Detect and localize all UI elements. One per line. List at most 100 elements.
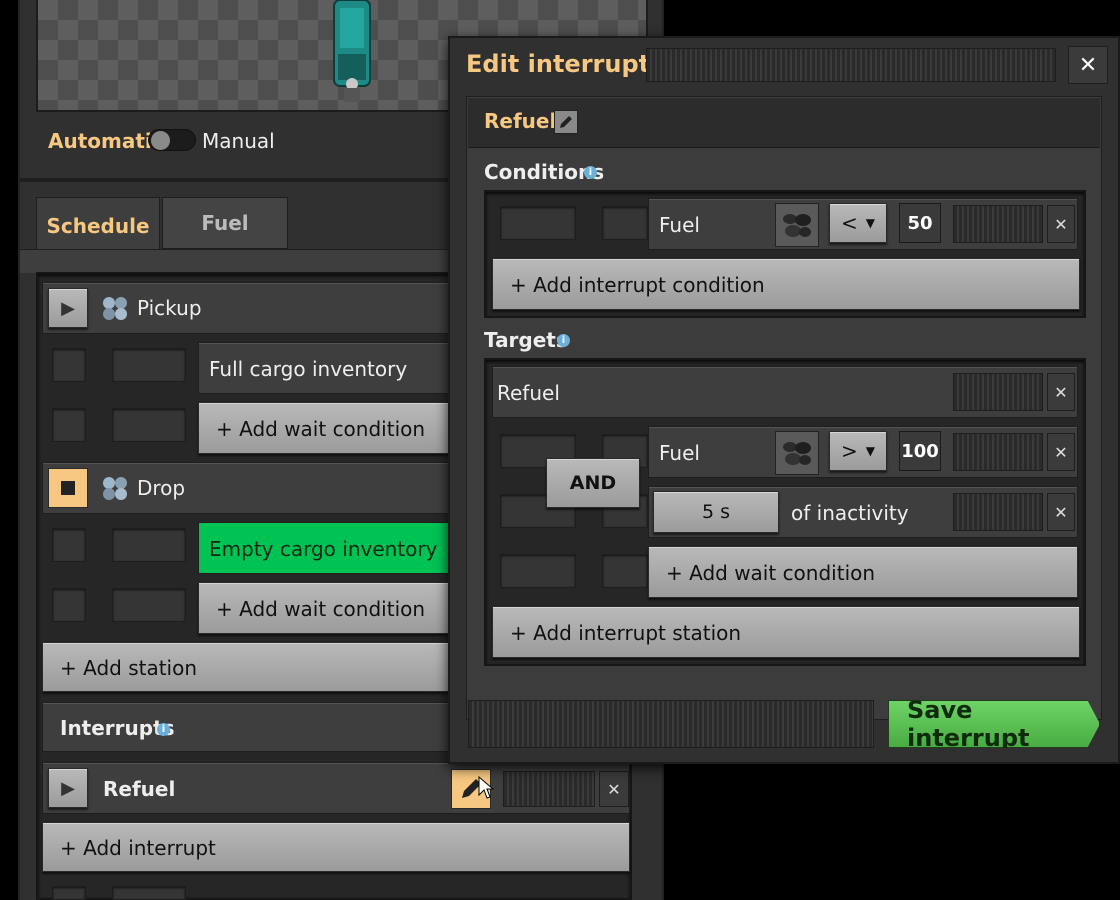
- hatch-bar: [953, 373, 1043, 411]
- rename-button[interactable]: [554, 110, 578, 134]
- target-station-row[interactable]: Refuel ✕: [492, 366, 1078, 418]
- and-label: AND: [569, 472, 617, 494]
- stop-icon: [61, 481, 75, 495]
- close-icon[interactable]: ✕: [599, 771, 629, 807]
- add-interrupt-station-label: + Add interrupt station: [510, 621, 742, 645]
- constant-input[interactable]: 50: [899, 203, 941, 243]
- manual-label: Manual: [202, 129, 275, 153]
- close-icon[interactable]: ✕: [1047, 493, 1075, 531]
- condition-slot: [112, 348, 186, 382]
- condition-label: Full cargo inventory: [209, 357, 408, 381]
- item-icon: [103, 477, 127, 500]
- inactivity-condition-row[interactable]: 5 s of inactivity ✕: [648, 486, 1078, 538]
- hatch-bar: [953, 493, 1043, 531]
- station-row-pickup[interactable]: ▶ Pickup: [42, 282, 462, 334]
- fuel-signal-button[interactable]: [775, 431, 819, 475]
- add-wait-condition-label: + Add wait condition: [666, 561, 876, 585]
- add-wait-condition-button[interactable]: + Add wait condition: [198, 582, 462, 634]
- info-icon[interactable]: i: [157, 723, 170, 736]
- tab-fuel-label: Fuel: [201, 211, 249, 235]
- close-icon[interactable]: ✕: [1068, 46, 1108, 84]
- and-or-toggle[interactable]: AND: [546, 458, 640, 508]
- condition-slot: [500, 554, 576, 588]
- automatic-label: Automatic: [48, 129, 164, 153]
- edit-interrupt-dialog: Edit interrupt ✕ Refuel Conditions i Fue…: [448, 36, 1120, 764]
- station-row-drop[interactable]: Drop: [42, 462, 462, 514]
- hatch-bar: [953, 433, 1043, 471]
- add-interrupt-station-button[interactable]: + Add interrupt station: [492, 606, 1080, 658]
- targets-heading: Targets: [484, 328, 568, 352]
- toggle-knob: [151, 131, 170, 150]
- condition-slot: [52, 588, 86, 622]
- drag-handle[interactable]: [646, 48, 1056, 82]
- interrupt-row-refuel[interactable]: ▶ Refuel ✕: [42, 762, 630, 814]
- chevron-down-icon: ▼: [865, 444, 875, 458]
- target-station-name: Refuel: [497, 381, 560, 405]
- dialog-title: Edit interrupt: [466, 50, 651, 78]
- info-icon[interactable]: i: [557, 334, 570, 347]
- edit-icon: [560, 116, 572, 128]
- condition-slot: [52, 348, 86, 382]
- play-button[interactable]: ▶: [48, 768, 88, 808]
- condition-label: Empty cargo inventory: [209, 537, 438, 561]
- wait-condition-row-active[interactable]: Empty cargo inventory: [198, 522, 462, 574]
- duration-input[interactable]: 5 s: [653, 491, 779, 533]
- condition-slot: [52, 528, 86, 562]
- condition-signal: Fuel: [659, 441, 700, 465]
- condition-slot: [52, 408, 86, 442]
- operator-dropdown[interactable]: < ▼: [829, 203, 887, 243]
- stop-button[interactable]: [48, 468, 88, 508]
- add-station-label: + Add station: [60, 656, 198, 680]
- tab-schedule-label: Schedule: [46, 213, 150, 238]
- add-wait-condition-label: + Add wait condition: [216, 417, 426, 441]
- condition-text: of inactivity: [791, 501, 909, 525]
- interrupt-name: Refuel: [484, 109, 557, 133]
- mode-toggle[interactable]: [148, 129, 196, 151]
- fuel-signal-button[interactable]: [775, 203, 819, 247]
- hatch-bar: [953, 205, 1043, 243]
- add-wait-condition-button[interactable]: + Add wait condition: [648, 546, 1078, 598]
- tab-schedule[interactable]: Schedule: [36, 197, 160, 253]
- interrupts-header: Interrupts i: [42, 702, 462, 752]
- add-station-button[interactable]: + Add station: [42, 642, 462, 692]
- condition-slot: [112, 528, 186, 562]
- operator-value: <: [841, 211, 858, 235]
- interrupt-name: Refuel: [103, 777, 176, 801]
- close-icon[interactable]: ✕: [1047, 433, 1075, 471]
- coal-icon: [783, 214, 811, 237]
- add-interrupt-label: + Add interrupt: [60, 836, 216, 860]
- interrupt-name-row: Refuel: [468, 98, 1100, 148]
- constant-input[interactable]: 100: [899, 431, 941, 471]
- add-interrupt-condition-label: + Add interrupt condition: [510, 273, 765, 297]
- station-name: Pickup: [137, 296, 202, 320]
- locomotive-image: [333, 0, 371, 102]
- add-interrupt-condition-button[interactable]: + Add interrupt condition: [492, 258, 1080, 310]
- station-name: Drop: [137, 476, 186, 500]
- operator-dropdown[interactable]: > ▼: [829, 431, 887, 471]
- wait-condition-row[interactable]: Full cargo inventory: [198, 342, 462, 394]
- save-interrupt-label: Save interrupt: [907, 696, 1030, 752]
- add-wait-condition-button[interactable]: + Add wait condition: [198, 402, 462, 454]
- info-icon[interactable]: i: [584, 166, 597, 179]
- item-icon: [103, 297, 127, 320]
- target-fuel-condition-row[interactable]: Fuel > ▼ 100 ✕: [648, 426, 1078, 478]
- add-wait-condition-label: + Add wait condition: [216, 597, 426, 621]
- add-interrupt-button[interactable]: + Add interrupt: [42, 822, 630, 872]
- footer-drag-bar: [468, 700, 874, 748]
- close-icon[interactable]: ✕: [1047, 373, 1075, 411]
- fuel-condition-row[interactable]: Fuel < ▼ 50 ✕: [648, 198, 1078, 250]
- close-icon[interactable]: ✕: [1047, 205, 1075, 243]
- duration-value: 5 s: [701, 501, 731, 523]
- tab-fuel[interactable]: Fuel: [162, 197, 288, 249]
- coal-icon: [783, 442, 811, 465]
- save-interrupt-button[interactable]: Save interrupt: [888, 700, 1100, 748]
- mouse-cursor-icon: [478, 776, 494, 799]
- condition-slot: [602, 554, 648, 588]
- condition-slot: [112, 588, 186, 622]
- play-button[interactable]: ▶: [48, 288, 88, 328]
- play-icon: ▶: [61, 777, 75, 799]
- condition-slot: [500, 206, 576, 240]
- condition-slot: [112, 886, 186, 900]
- condition-slot: [112, 408, 186, 442]
- constant-value: 50: [907, 212, 933, 234]
